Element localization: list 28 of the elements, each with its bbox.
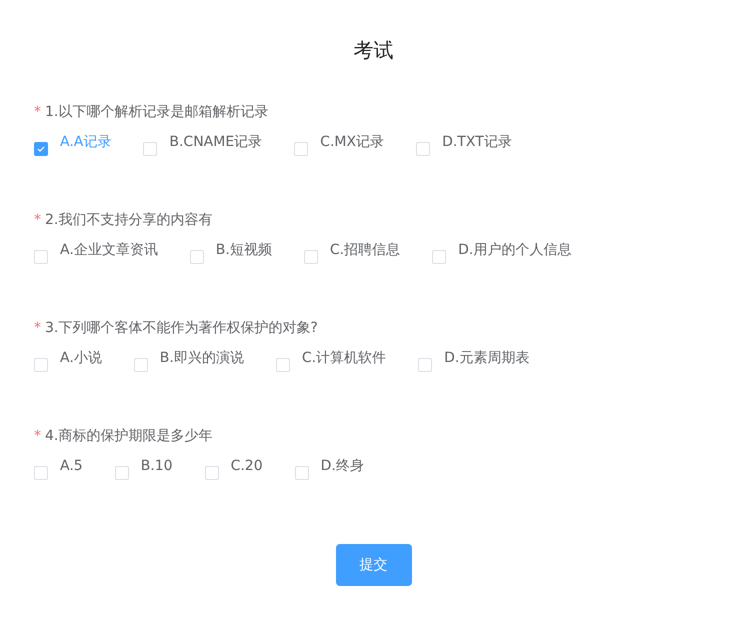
- option-label: B.10: [140, 457, 173, 476]
- option-label: A.A记录: [60, 133, 112, 152]
- option-label: D.用户的个人信息: [458, 241, 572, 260]
- check-icon: [37, 146, 45, 152]
- checkbox[interactable]: [34, 142, 48, 156]
- required-mark: *: [34, 319, 41, 338]
- option-label: C.招聘信息: [330, 241, 400, 260]
- option-label: A.5: [60, 457, 83, 476]
- option-label: B.短视频: [216, 241, 272, 260]
- question-text: 2.我们不支持分享的内容有: [45, 211, 212, 230]
- option-label: C.MX记录: [320, 133, 384, 152]
- question-text: 3.下列哪个客体不能作为著作权保护的对象?: [45, 319, 318, 338]
- required-mark: *: [34, 211, 41, 230]
- exam-title: 考试: [354, 37, 394, 64]
- option-label: D.TXT记录: [442, 133, 512, 152]
- option-label: A.企业文章资讯: [60, 241, 158, 260]
- option-label: D.终身: [320, 457, 364, 476]
- question-text: 4.商标的保护期限是多少年: [45, 427, 212, 446]
- option-label: C.20: [230, 457, 263, 476]
- question-text: 1.以下哪个解析记录是邮箱解析记录: [45, 103, 268, 122]
- required-mark: *: [34, 103, 41, 122]
- option-label: D.元素周期表: [444, 349, 530, 368]
- option-label: B.即兴的演说: [160, 349, 244, 368]
- option-label: C.计算机软件: [302, 349, 386, 368]
- submit-button[interactable]: 提交: [336, 544, 412, 586]
- option-label: A.小说: [60, 349, 102, 368]
- option-label: B.CNAME记录: [169, 133, 262, 152]
- required-mark: *: [34, 427, 41, 446]
